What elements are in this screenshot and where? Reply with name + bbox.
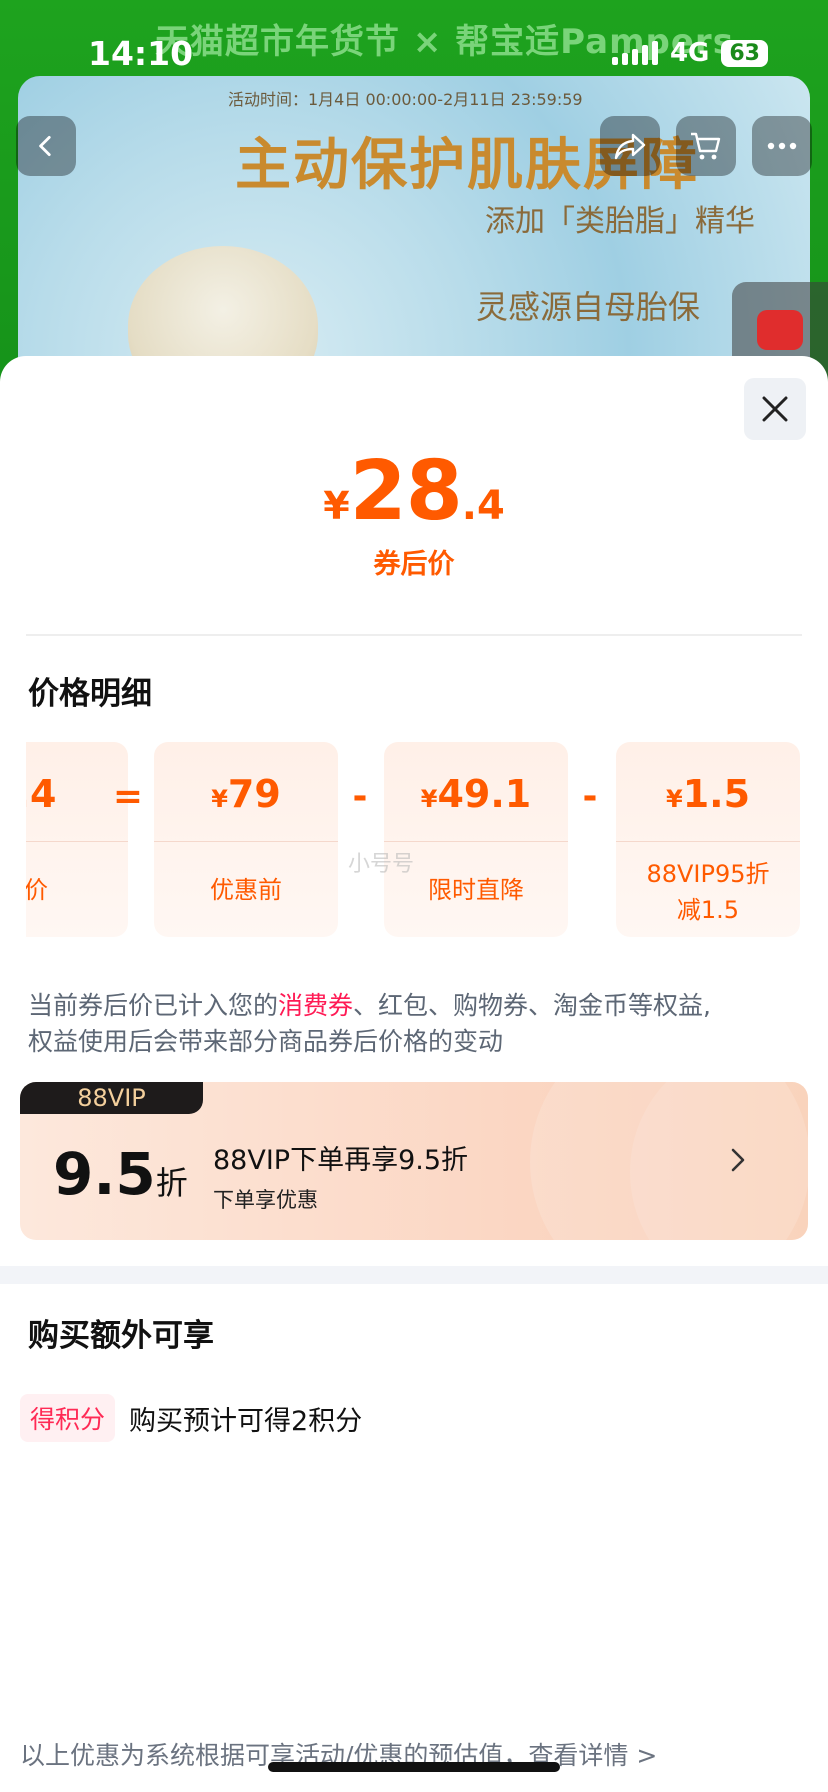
share-icon [614,133,646,160]
price-breakdown[interactable]: .4 价 = ¥79 优惠前 - ¥49.1 限时直降 - ¥1.5 88VIP… [26,742,802,937]
close-button[interactable] [744,378,806,440]
breakdown-label: 优惠前 [210,876,282,904]
back-button[interactable] [16,116,76,176]
status-time: 14:10 [88,34,194,73]
breakdown-operator: = [112,776,144,817]
breakdown-card: ¥79 优惠前 [154,742,338,937]
points-text: 购买预计可得2积分 [129,1405,363,1437]
battery-icon: 63 [721,39,768,67]
share-button[interactable] [600,116,660,176]
signal-icon [611,41,658,65]
price-currency: ¥ [323,484,350,528]
watermark: 小号号 [348,852,415,877]
section-separator [0,1266,828,1284]
home-indicator [268,1762,560,1772]
cart-button[interactable] [676,116,736,176]
extra-benefits-title: 购买额外可享 [28,1318,214,1354]
vip-subtitle: 下单享优惠 [213,1188,318,1212]
breakdown-card: ¥1.5 88VIP95折 减1.5 [616,742,800,937]
breakdown-label: 88VIP95折 减1.5 [646,860,770,924]
chevron-right-icon [720,1142,756,1178]
breakdown-operator: - [582,776,598,817]
points-tag: 得积分 [20,1394,116,1442]
price-decimal: .4 [461,483,505,529]
vip-discount-card[interactable]: 88VIP 9.5折 88VIP下单再享9.5折 下单享优惠 [20,1082,808,1240]
vip-discount: 9.5折 [53,1140,188,1208]
vip-title: 88VIP下单再享9.5折 [213,1145,469,1176]
banner-subline: 添加「类胎脂」精华 [485,204,755,239]
breakdown-value: ¥1.5 [665,772,751,816]
price-label: 券后价 [373,549,455,580]
final-price: ¥28.4 [0,444,828,539]
divider [26,634,802,636]
back-chevron-icon [39,135,51,157]
breakdown-title: 价格明细 [28,676,152,712]
cart-icon [691,132,721,160]
banner-subline-2: 灵感源自母胎保 [476,288,701,326]
breakdown-value: ¥49.1 [420,772,532,816]
breakdown-operator: - [352,776,368,817]
breakdown-value: ¥79 [211,772,281,816]
price-integer: 28 [349,444,463,539]
points-row: 得积分 购买预计可得2积分 [20,1394,362,1442]
more-dots-icon [767,142,797,150]
status-indicators: 4G 63 [611,38,768,68]
network-type: 4G [669,38,710,68]
activity-time: 活动时间：1月4日 00:00:00-2月11日 23:59:59 [228,90,583,109]
close-icon [762,396,788,422]
more-button[interactable] [752,116,812,176]
live-icon [757,310,803,350]
price-note: 当前券后价已计入您的消费券、红包、购物券、淘金币等权益, 权益使用后会带来部分商… [28,991,711,1056]
breakdown-card: .4 价 [26,742,128,937]
breakdown-label: 价 [26,876,48,904]
breakdown-card: ¥49.1 限时直降 [384,742,568,937]
vip-tag: 88VIP [20,1082,203,1114]
coupon-link[interactable]: 消费券 [278,991,353,1020]
